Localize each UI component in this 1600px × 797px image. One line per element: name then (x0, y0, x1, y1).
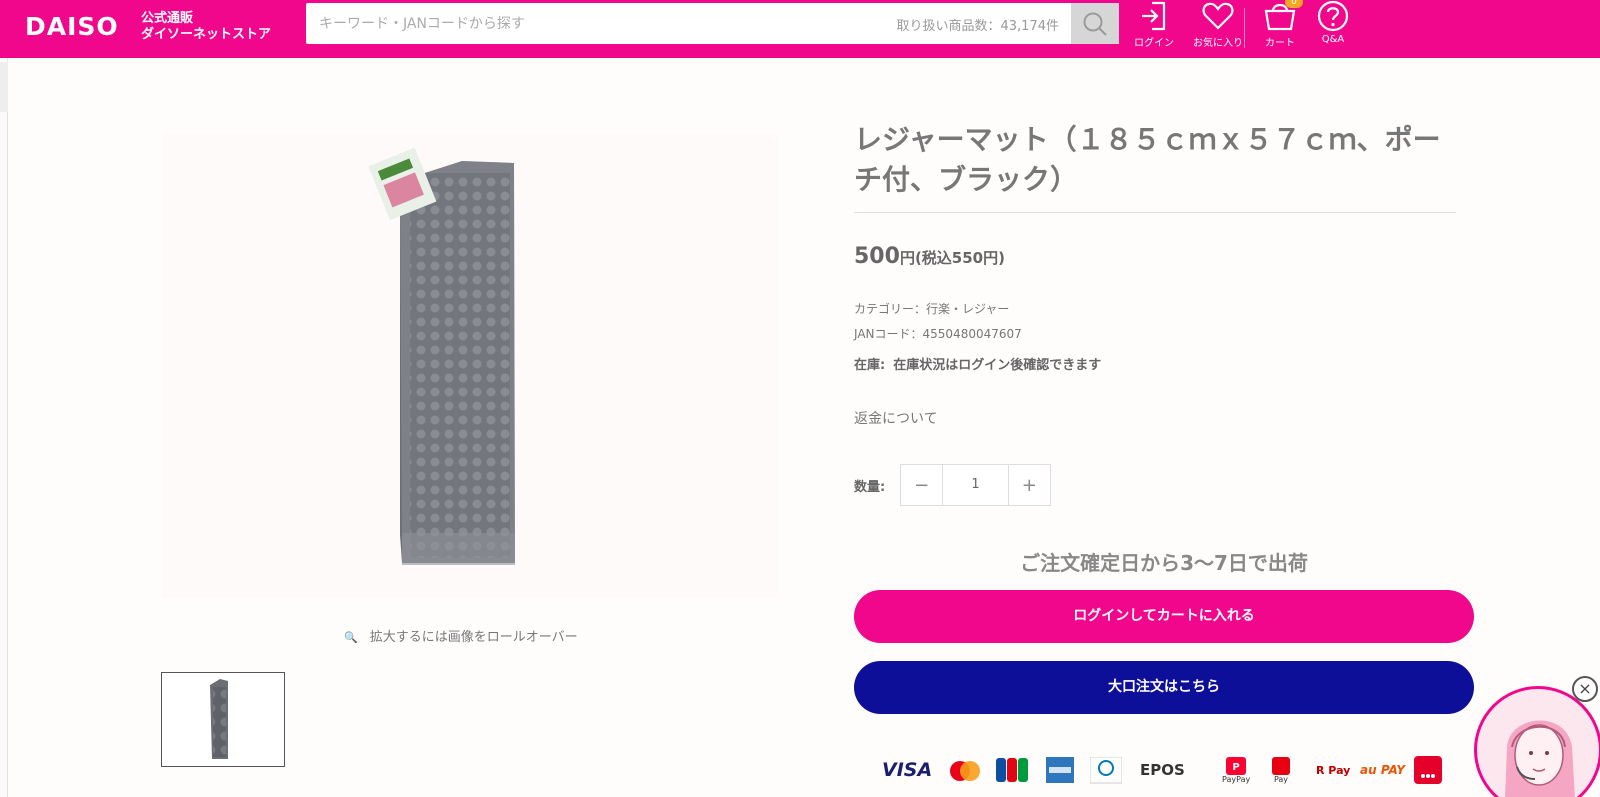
product-title: レジャーマット（１８５ｃｍｘ５７ｃｍ、ポーチ付、ブラック） (854, 123, 1441, 196)
refund-link[interactable]: 返金について (854, 408, 938, 428)
epos-logo: EPOS (1140, 761, 1185, 779)
quantity-decrease-button[interactable]: − (901, 465, 942, 505)
price-tax: (税込550円) (914, 249, 1005, 267)
thumbnail-image (210, 679, 228, 759)
stock-value: 在庫状況はログイン後確認できます (893, 358, 1102, 373)
left-edge-tab[interactable] (0, 62, 8, 112)
amex-logo (1046, 757, 1074, 783)
cart-count-badge: 0 (1285, 0, 1303, 8)
quantity-input[interactable]: 1 (942, 465, 1009, 505)
chat-support-widget[interactable] (1474, 686, 1600, 797)
magnifier-icon: 🔍 (344, 631, 358, 644)
login-add-to-cart-button[interactable]: ログインしてカートに入れる (854, 590, 1474, 643)
quantity-increase-button[interactable]: + (1009, 465, 1050, 505)
close-icon: × (1578, 679, 1592, 698)
item-count: 取り扱い商品数：43,174件 (896, 19, 1060, 34)
mastercard-logo (950, 761, 980, 781)
pay-label: Pay (1273, 774, 1289, 784)
cart-link[interactable]: 0 カート (1252, 0, 1308, 58)
login-icon (1142, 1, 1166, 31)
qa-link[interactable]: Q&A (1305, 0, 1361, 58)
support-agent-icon (1505, 720, 1575, 797)
heart-icon (1202, 2, 1234, 30)
product-thumbnail[interactable] (161, 672, 285, 767)
quantity-label: 数量: (854, 480, 886, 495)
jcb-logo (996, 758, 1028, 782)
paypay-label: PayPay (1222, 774, 1251, 784)
leisure-mat-product-image (368, 147, 515, 565)
quantity-stepper: − 1 + (900, 464, 1051, 506)
site-header: DAISO 公式通販 ダイソーネットストア 取り扱い商品数：43,174件 ログ… (0, 0, 1600, 58)
price-unit: 円 (899, 249, 915, 267)
header-divider (1244, 8, 1245, 48)
search-bar: 取り扱い商品数：43,174件 (306, 3, 1119, 44)
title-divider (854, 212, 1456, 213)
store-name[interactable]: 公式通販 ダイソーネットストア (141, 11, 271, 43)
left-edge-panel (0, 58, 8, 797)
zoom-hint-text: 拡大するには画像をロールオーバー (369, 630, 578, 645)
question-icon (1317, 0, 1349, 32)
jan-code: JANコード：4550480047607 (854, 327, 1022, 341)
au-pay-logo: au PAY (1360, 763, 1406, 777)
visa-logo: VISA (882, 759, 933, 781)
minus-icon: − (914, 474, 930, 496)
favorites-label: お気に入り (1193, 38, 1243, 49)
paypay-logo: P PayPay (1222, 755, 1250, 785)
chat-close-button[interactable]: × (1572, 676, 1598, 702)
zoom-hint: 🔍 拡大するには画像をロールオーバー (344, 626, 578, 645)
cart-label: カート (1265, 38, 1295, 49)
store-name-line1: 公式通販 (141, 11, 194, 26)
search-icon (1083, 12, 1107, 36)
login-label: ログイン (1134, 38, 1174, 49)
favorites-link[interactable]: お気に入り (1190, 0, 1246, 58)
plus-icon: + (1021, 474, 1037, 496)
qa-label: Q&A (1321, 34, 1345, 45)
rakuten-pay-logo: R Pay (1316, 763, 1351, 777)
bulk-order-button[interactable]: 大口注文はこちら (854, 661, 1474, 714)
product-main-image[interactable] (162, 133, 777, 598)
d-barai-logo (1414, 756, 1442, 784)
pay-logo: Pay (1272, 755, 1290, 785)
category: カテゴリー：行楽・レジャー (854, 302, 1010, 316)
paypay-icon: P (1226, 756, 1247, 775)
store-name-line2: ダイソーネットストア (141, 27, 272, 42)
diners-club-logo (1090, 757, 1122, 784)
search-button[interactable] (1071, 3, 1119, 44)
shipping-note: ご注文確定日から3〜7日で出荷 (1020, 551, 1308, 575)
pay-icon (1272, 756, 1290, 775)
login-link[interactable]: ログイン (1126, 0, 1182, 58)
daiso-logo[interactable]: DAISO (25, 12, 119, 41)
price: 500円(税込550円) (854, 244, 1005, 269)
svg-text:P: P (1232, 762, 1239, 773)
stock-status: 在庫: 在庫状況はログイン後確認できます (854, 354, 1101, 373)
stock-label: 在庫: (854, 358, 886, 373)
price-value: 500 (854, 244, 900, 269)
